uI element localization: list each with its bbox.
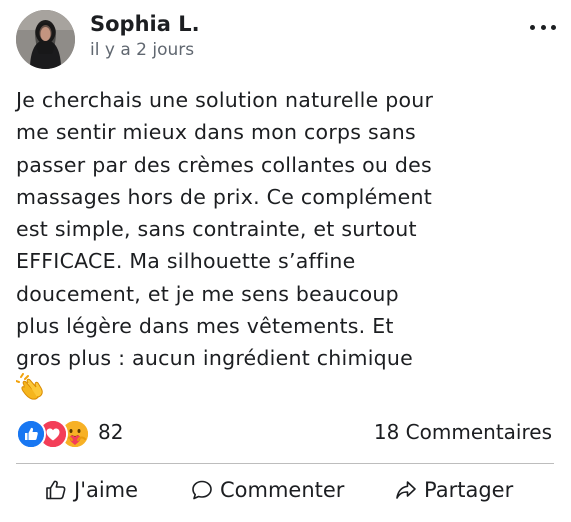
- more-dot-icon: [540, 24, 546, 30]
- post-body-text: Je cherchais une solution naturelle pour…: [16, 88, 434, 371]
- author-name[interactable]: Sophia L.: [90, 12, 200, 36]
- comment-count-link[interactable]: 18 Commentaires: [374, 420, 552, 444]
- avatar[interactable]: [16, 10, 75, 69]
- clapping-hands-icon: [15, 373, 46, 401]
- share-button[interactable]: Partager: [394, 478, 513, 502]
- comment-label: Commenter: [220, 478, 345, 502]
- post-header: Sophia L. il y a 2 jours: [16, 10, 556, 70]
- reaction-icons[interactable]: [16, 419, 96, 449]
- more-dot-icon: [551, 24, 556, 30]
- post-actions: J'aime Commenter Partager: [16, 474, 556, 514]
- like-button[interactable]: J'aime: [44, 478, 138, 502]
- like-label: J'aime: [74, 478, 139, 502]
- comment-button[interactable]: Commenter: [190, 478, 344, 502]
- reaction-count[interactable]: 82: [98, 420, 123, 444]
- reactions-bar: 82 18 Commentaires: [16, 417, 556, 449]
- share-arrow-icon: [396, 481, 416, 499]
- more-dot-icon: [530, 24, 535, 30]
- share-label: Partager: [424, 478, 514, 502]
- post-timestamp[interactable]: il y a 2 jours: [90, 40, 194, 60]
- comment-bubble-icon: [192, 480, 212, 500]
- profile-photo: [16, 10, 75, 69]
- more-options-button[interactable]: [530, 20, 556, 34]
- like-reaction-icon: [16, 419, 46, 449]
- thumbs-up-icon: [46, 480, 66, 500]
- actions-divider: [16, 463, 554, 464]
